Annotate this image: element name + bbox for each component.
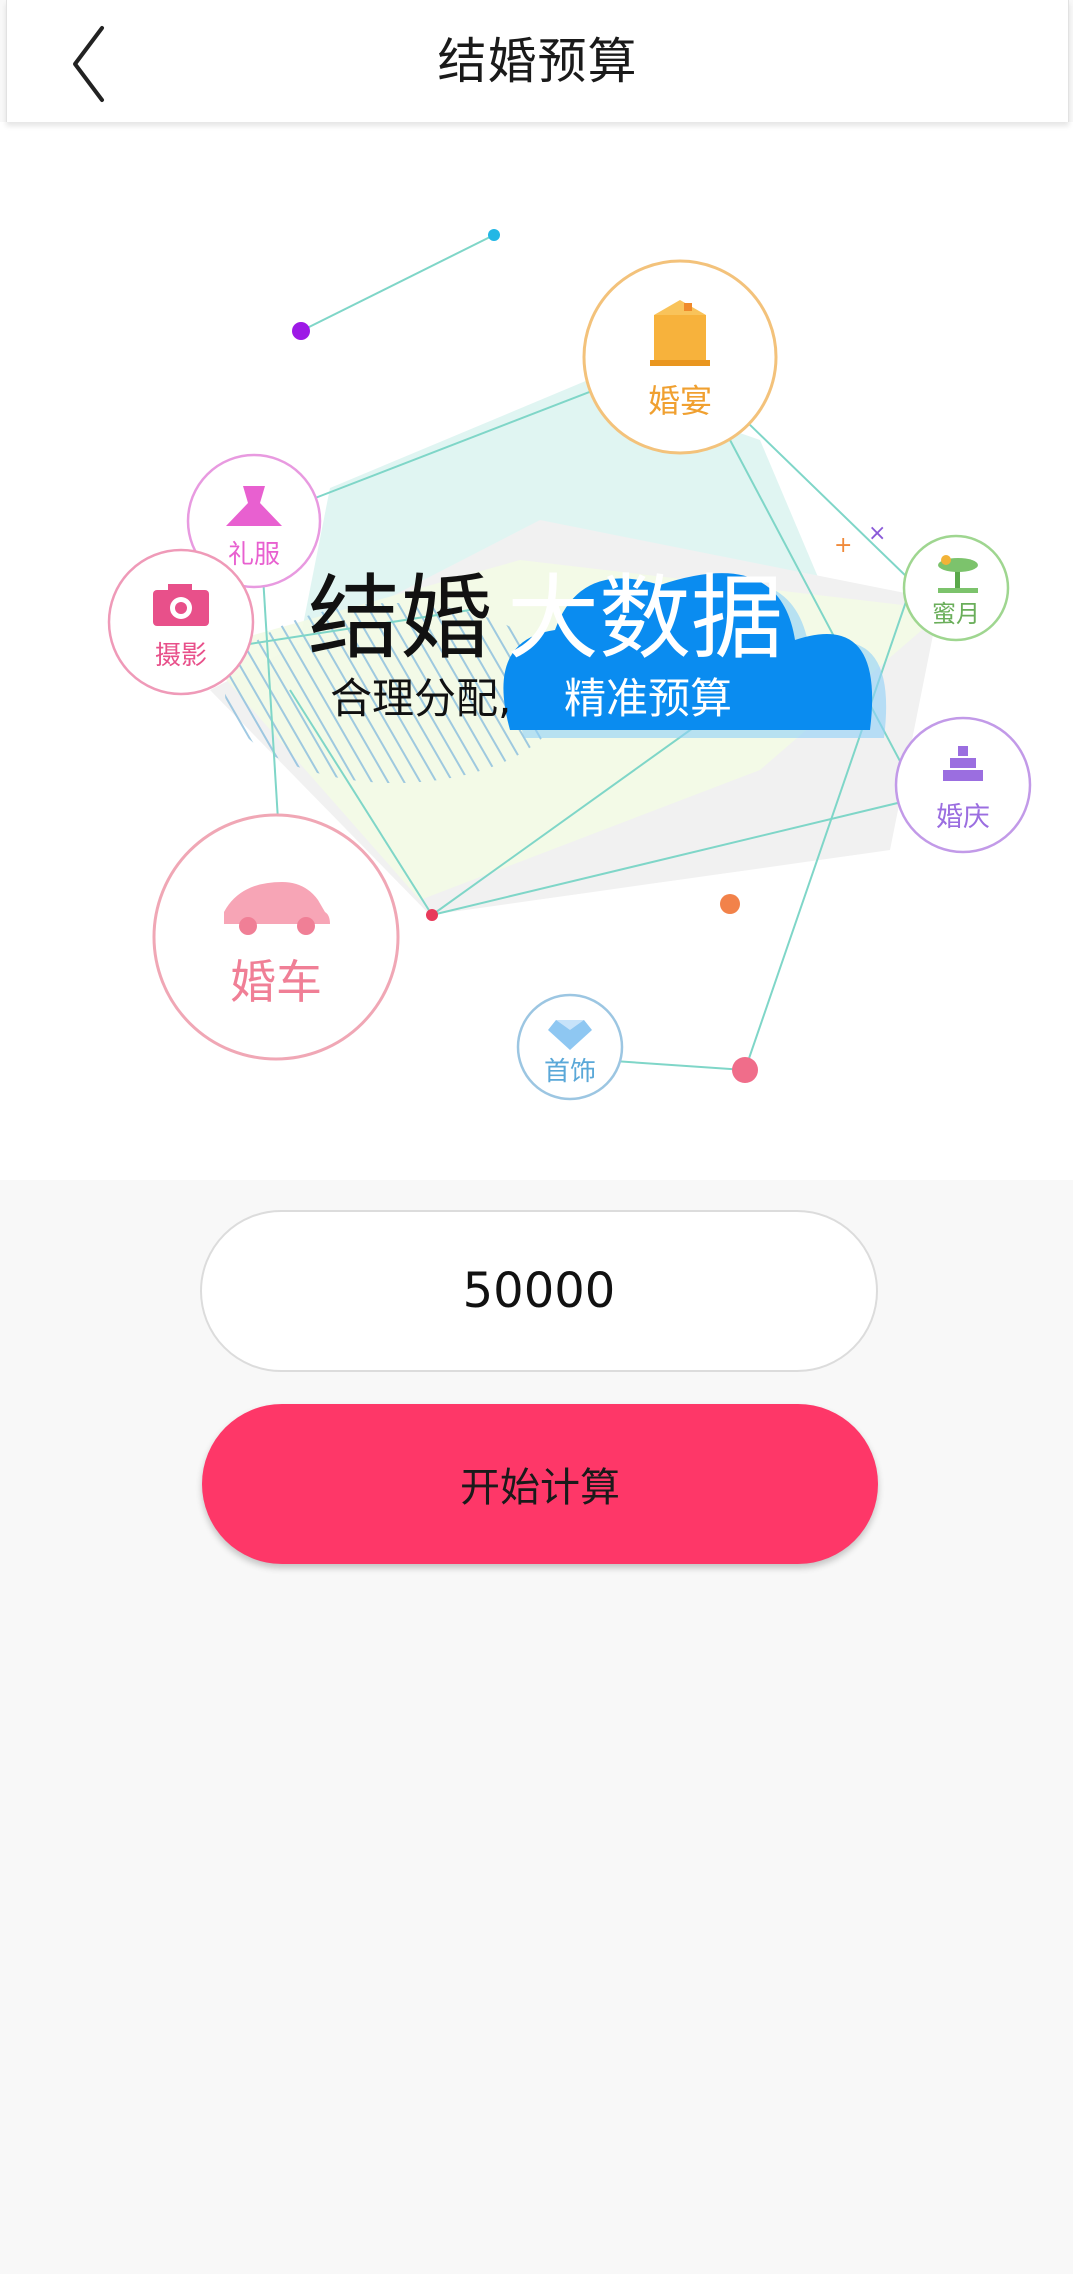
- honeymoon-node: 蜜月: [902, 534, 1010, 642]
- dot-red: [426, 909, 438, 921]
- photo-label: 摄影: [155, 641, 207, 671]
- headline-part1: 结婚: [308, 565, 492, 672]
- big-data-graphic: + × 婚宴 礼服 摄影 蜜月 婚庆 婚车 首饰 结婚 大数据 合理分配, 精准…: [107, 229, 1032, 1101]
- photo-node: 摄影: [107, 548, 255, 696]
- camera-icon: [153, 584, 209, 626]
- start-calculation-button[interactable]: 开始计算: [202, 1404, 878, 1564]
- subline-part2: 精准预算: [564, 674, 732, 723]
- jewelry-node: 首饰: [516, 993, 624, 1101]
- page-title: 结婚预算: [437, 33, 638, 90]
- car-label: 婚车: [230, 955, 322, 1009]
- dot-purple: [292, 322, 310, 340]
- celebration-node: 婚庆: [894, 716, 1032, 854]
- dot-pink: [732, 1057, 758, 1083]
- budget-input[interactable]: [200, 1210, 878, 1372]
- jewelry-label: 首饰: [544, 1057, 596, 1087]
- celebration-label: 婚庆: [936, 802, 990, 833]
- dot-cyan: [488, 229, 500, 241]
- plus-mark: +: [834, 533, 852, 558]
- subline-part1: 合理分配,: [330, 674, 511, 723]
- banquet-node: 婚宴: [582, 259, 778, 455]
- dress-label: 礼服: [228, 540, 280, 570]
- headline-part2: 大数据: [507, 565, 783, 672]
- car-node: 婚车: [152, 813, 400, 1061]
- cross-mark: ×: [868, 521, 886, 546]
- hero-illustration: + × 婚宴 礼服 摄影 蜜月 婚庆 婚车 首饰 结婚 大数据 合理分配, 精准…: [0, 122, 1073, 1180]
- top-bar: 结婚预算: [6, 0, 1069, 122]
- honeymoon-label: 蜜月: [932, 600, 980, 628]
- dot-orange: [720, 894, 740, 914]
- banquet-label: 婚宴: [648, 382, 712, 420]
